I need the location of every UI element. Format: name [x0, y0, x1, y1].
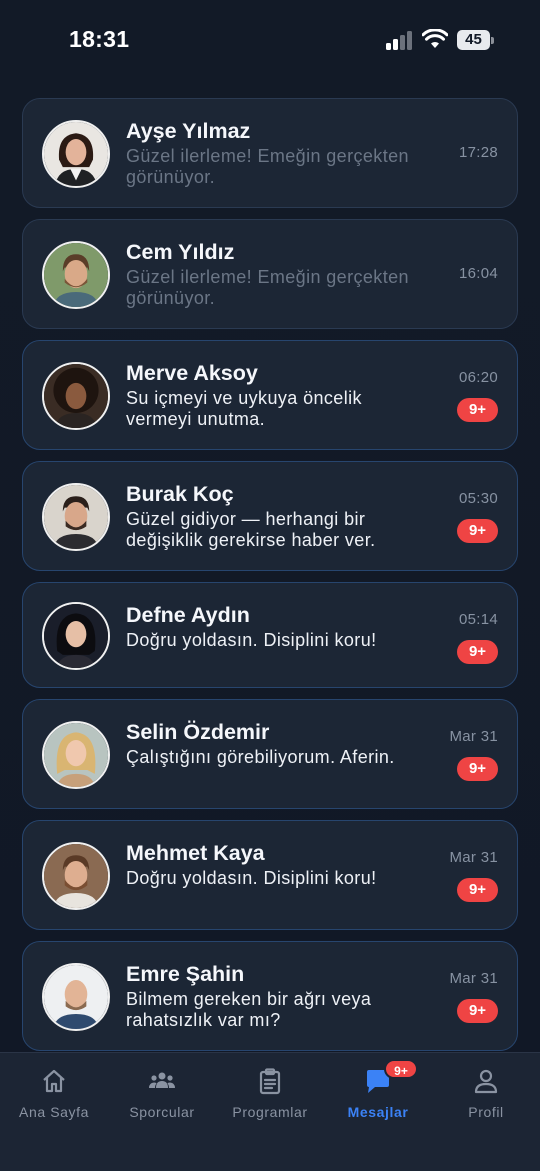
messages-screen: 18:31 45 Ayşe Yılmaz Güzel ilerleme! Eme… — [0, 0, 540, 1171]
unread-badge: 9+ — [457, 640, 498, 664]
avatar — [42, 842, 110, 910]
message-time: Mar 31 — [449, 849, 498, 866]
unread-badge: 9+ — [457, 398, 498, 422]
avatar — [42, 602, 110, 670]
conversation-card[interactable]: Cem Yıldız Güzel ilerleme! Emeğin gerçek… — [22, 219, 518, 329]
unread-badge: 9+ — [457, 519, 498, 543]
message-preview: Güzel ilerleme! Emeğin gerçekten görünüy… — [126, 146, 409, 187]
message-preview: Su içmeyi ve uykuya öncelik vermeyi unut… — [126, 388, 362, 429]
battery-icon: 45 — [457, 30, 494, 50]
contact-name: Defne Aydın — [126, 603, 250, 627]
contact-name: Burak Koç — [126, 482, 234, 506]
contact-name: Merve Aksoy — [126, 361, 258, 385]
message-time: 05:30 — [458, 490, 498, 507]
avatar — [42, 241, 110, 309]
message-time: Mar 31 — [449, 970, 498, 987]
home-icon — [43, 1069, 65, 1093]
avatar — [42, 483, 110, 551]
status-bar: 18:31 45 — [0, 0, 540, 80]
tab-messages[interactable]: 9+ Mesajlar — [324, 1053, 432, 1133]
tab-label: Ana Sayfa — [19, 1104, 89, 1120]
user-icon — [474, 1069, 498, 1094]
message-time: 16:04 — [458, 265, 498, 282]
cellular-signal-icon — [386, 31, 414, 50]
tab-profile[interactable]: Profil — [432, 1053, 540, 1133]
tab-home[interactable]: Ana Sayfa — [0, 1053, 108, 1133]
conversation-card[interactable]: Ayşe Yılmaz Güzel ilerleme! Emeğin gerçe… — [22, 98, 518, 208]
tab-label: Sporcular — [129, 1104, 195, 1120]
contact-name: Selin Özdemir — [126, 720, 270, 744]
message-time: 05:14 — [458, 611, 498, 628]
conversation-card[interactable]: Selin Özdemir Çalıştığını görebiliyorum.… — [22, 699, 518, 809]
message-preview: Bilmem gereken bir ağrı veya rahatsızlık… — [126, 989, 372, 1030]
conversation-card[interactable]: Merve Aksoy Su içmeyi ve uykuya öncelik … — [22, 340, 518, 450]
contact-name: Mehmet Kaya — [126, 841, 265, 865]
unread-badge: 9+ — [457, 999, 498, 1023]
tab-athletes[interactable]: Sporcular — [108, 1053, 216, 1133]
conversation-card[interactable]: Burak Koç Güzel gidiyor — herhangi bir d… — [22, 461, 518, 571]
athletes-icon — [149, 1072, 175, 1088]
avatar — [42, 362, 110, 430]
message-time: Mar 31 — [449, 728, 498, 745]
conversation-card[interactable]: Mehmet Kaya Doğru yoldasın. Disiplini ko… — [22, 820, 518, 930]
contact-name: Ayşe Yılmaz — [126, 119, 251, 143]
message-time: 17:28 — [458, 144, 498, 161]
status-time: 18:31 — [69, 26, 130, 52]
avatar — [42, 721, 110, 789]
message-preview: Güzel ilerleme! Emeğin gerçekten görünüy… — [126, 267, 409, 308]
message-preview: Doğru yoldasın. Disiplini koru! — [126, 868, 377, 888]
message-preview: Çalıştığını görebiliyorum. Aferin. — [126, 747, 395, 767]
tab-label: Profil — [468, 1104, 504, 1120]
unread-badge: 9+ — [457, 878, 498, 902]
message-time: 06:20 — [458, 369, 498, 386]
conversation-card[interactable]: Defne Aydın Doğru yoldasın. Disiplini ko… — [22, 582, 518, 688]
contact-name: Emre Şahin — [126, 962, 245, 986]
avatar — [42, 963, 110, 1031]
unread-badge: 9+ — [457, 757, 498, 781]
tab-programs[interactable]: Programlar — [216, 1053, 324, 1133]
tab-label: Mesajlar — [347, 1104, 409, 1120]
contact-name: Cem Yıldız — [126, 240, 235, 264]
clipboard-icon — [259, 1068, 281, 1095]
avatar — [42, 120, 110, 188]
tab-label: Programlar — [232, 1104, 308, 1120]
battery-level: 45 — [465, 31, 482, 48]
conversation-list: Ayşe Yılmaz Güzel ilerleme! Emeğin gerçe… — [22, 98, 518, 1062]
message-preview: Güzel gidiyor — herhangi bir değişiklik … — [126, 509, 376, 550]
bottom-tab-bar: Ana Sayfa Sporcular Programlar 9+ Mesajl… — [0, 1052, 540, 1171]
messages-badge: 9+ — [384, 1059, 418, 1079]
wifi-icon — [422, 29, 448, 48]
conversation-card[interactable]: Emre Şahin Bilmem gereken bir ağrı veya … — [22, 941, 518, 1051]
message-preview: Doğru yoldasın. Disiplini koru! — [126, 630, 377, 650]
